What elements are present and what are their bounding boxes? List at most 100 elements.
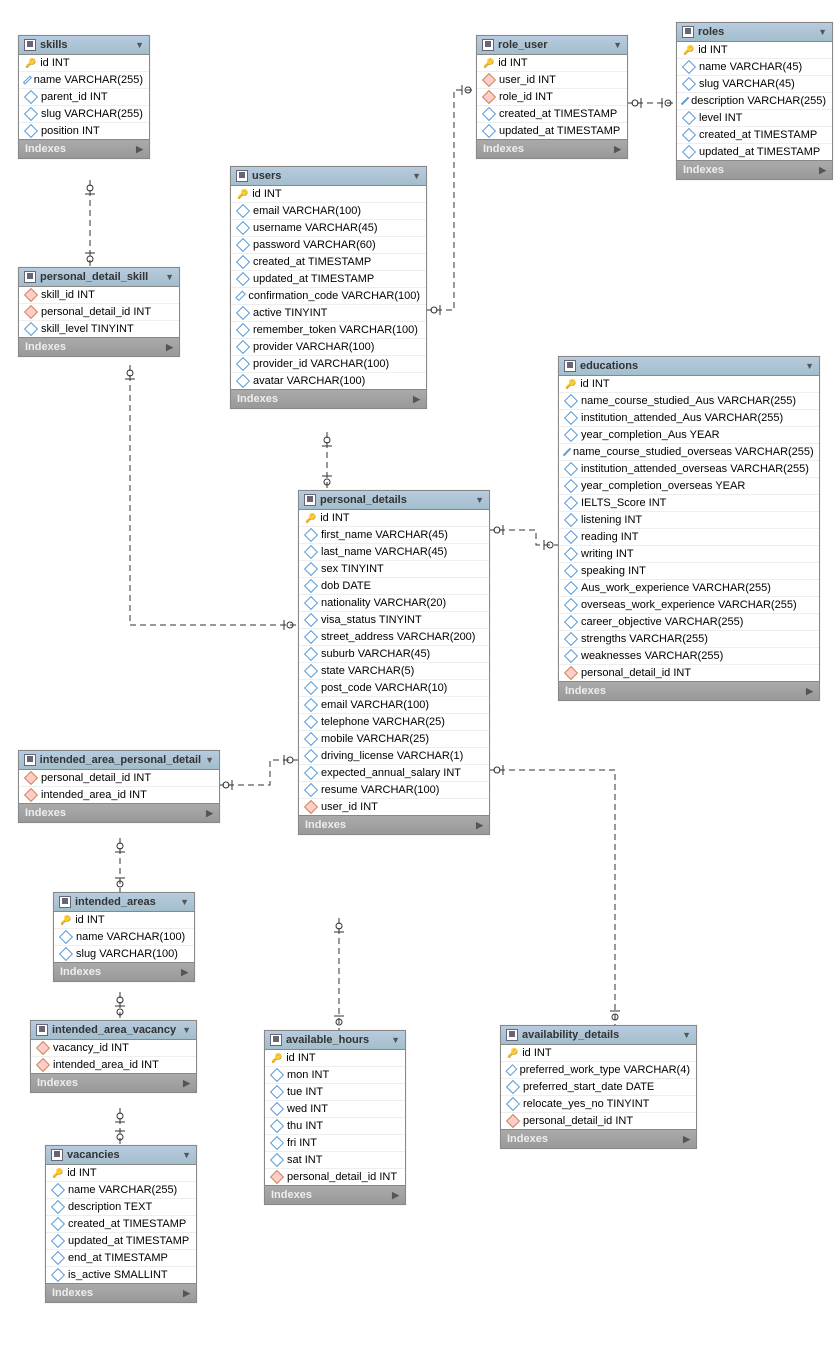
table-header[interactable]: intended_area_personal_detail▼	[19, 751, 219, 770]
column-row[interactable]: slug VARCHAR(100)	[54, 946, 194, 962]
column-row[interactable]: updated_at TIMESTAMP	[46, 1233, 196, 1250]
column-row[interactable]: telephone VARCHAR(25)	[299, 714, 489, 731]
column-row[interactable]: provider_id VARCHAR(100)	[231, 356, 426, 373]
column-row[interactable]: 🔑id INT	[299, 510, 489, 527]
column-row[interactable]: year_completion_overseas YEAR	[559, 478, 819, 495]
expand-icon[interactable]: ▶	[206, 808, 213, 819]
collapse-icon[interactable]: ▼	[475, 495, 484, 505]
column-row[interactable]: writing INT	[559, 546, 819, 563]
table-availability_details[interactable]: availability_details▼🔑id INTpreferred_wo…	[500, 1025, 697, 1149]
table-educations[interactable]: educations▼🔑id INTname_course_studied_Au…	[558, 356, 820, 701]
column-row[interactable]: intended_area_id INT	[19, 787, 219, 803]
column-row[interactable]: created_at TIMESTAMP	[677, 127, 832, 144]
column-row[interactable]: vacancy_id INT	[31, 1040, 196, 1057]
column-row[interactable]: institution_attended_Aus VARCHAR(255)	[559, 410, 819, 427]
column-row[interactable]: 🔑id INT	[231, 186, 426, 203]
indexes-footer[interactable]: Indexes▶	[231, 389, 426, 408]
column-row[interactable]: password VARCHAR(60)	[231, 237, 426, 254]
column-row[interactable]: suburb VARCHAR(45)	[299, 646, 489, 663]
column-row[interactable]: 🔑id INT	[19, 55, 149, 72]
collapse-icon[interactable]: ▼	[412, 171, 421, 181]
column-row[interactable]: name VARCHAR(255)	[46, 1182, 196, 1199]
column-row[interactable]: first_name VARCHAR(45)	[299, 527, 489, 544]
expand-icon[interactable]: ▶	[614, 144, 621, 155]
column-row[interactable]: skill_id INT	[19, 287, 179, 304]
collapse-icon[interactable]: ▼	[182, 1025, 191, 1035]
column-row[interactable]: weaknesses VARCHAR(255)	[559, 648, 819, 665]
column-row[interactable]: sex TINYINT	[299, 561, 489, 578]
column-row[interactable]: updated_at TIMESTAMP	[231, 271, 426, 288]
collapse-icon[interactable]: ▼	[165, 272, 174, 282]
table-users[interactable]: users▼🔑id INTemail VARCHAR(100)username …	[230, 166, 427, 409]
collapse-icon[interactable]: ▼	[818, 27, 827, 37]
column-row[interactable]: street_address VARCHAR(200)	[299, 629, 489, 646]
column-row[interactable]: strengths VARCHAR(255)	[559, 631, 819, 648]
column-row[interactable]: active TINYINT	[231, 305, 426, 322]
indexes-footer[interactable]: Indexes▶	[46, 1283, 196, 1302]
column-row[interactable]: avatar VARCHAR(100)	[231, 373, 426, 389]
column-row[interactable]: expected_annual_salary INT	[299, 765, 489, 782]
table-header[interactable]: available_hours▼	[265, 1031, 405, 1050]
expand-icon[interactable]: ▶	[413, 394, 420, 405]
column-row[interactable]: listening INT	[559, 512, 819, 529]
table-header[interactable]: vacancies▼	[46, 1146, 196, 1165]
column-row[interactable]: 🔑id INT	[265, 1050, 405, 1067]
table-header[interactable]: intended_area_vacancy▼	[31, 1021, 196, 1040]
table-intended_areas[interactable]: intended_areas▼🔑id INTname VARCHAR(100)s…	[53, 892, 195, 982]
indexes-footer[interactable]: Indexes▶	[477, 139, 627, 158]
column-row[interactable]: IELTS_Score INT	[559, 495, 819, 512]
indexes-footer[interactable]: Indexes▶	[501, 1129, 696, 1148]
indexes-footer[interactable]: Indexes▶	[299, 815, 489, 834]
table-roles[interactable]: roles▼🔑id INTname VARCHAR(45)slug VARCHA…	[676, 22, 833, 180]
column-row[interactable]: name VARCHAR(45)	[677, 59, 832, 76]
column-row[interactable]: personal_detail_id INT	[559, 665, 819, 681]
column-row[interactable]: created_at TIMESTAMP	[46, 1216, 196, 1233]
column-row[interactable]: wed INT	[265, 1101, 405, 1118]
table-personal_detail_skill[interactable]: personal_detail_skill▼skill_id INTperson…	[18, 267, 180, 357]
table-personal_details[interactable]: personal_details▼🔑id INTfirst_name VARCH…	[298, 490, 490, 835]
indexes-footer[interactable]: Indexes▶	[19, 139, 149, 158]
column-row[interactable]: mobile VARCHAR(25)	[299, 731, 489, 748]
column-row[interactable]: name_course_studied_overseas VARCHAR(255…	[559, 444, 819, 461]
column-row[interactable]: state VARCHAR(5)	[299, 663, 489, 680]
column-row[interactable]: user_id INT	[299, 799, 489, 815]
collapse-icon[interactable]: ▼	[613, 40, 622, 50]
table-intended_area_vacancy[interactable]: intended_area_vacancy▼vacancy_id INTinte…	[30, 1020, 197, 1093]
column-row[interactable]: preferred_work_type VARCHAR(4)	[501, 1062, 696, 1079]
column-row[interactable]: relocate_yes_no TINYINT	[501, 1096, 696, 1113]
column-row[interactable]: name VARCHAR(100)	[54, 929, 194, 946]
table-header[interactable]: educations▼	[559, 357, 819, 376]
collapse-icon[interactable]: ▼	[180, 897, 189, 907]
column-row[interactable]: mon INT	[265, 1067, 405, 1084]
table-header[interactable]: personal_details▼	[299, 491, 489, 510]
table-header[interactable]: roles▼	[677, 23, 832, 42]
column-row[interactable]: provider VARCHAR(100)	[231, 339, 426, 356]
column-row[interactable]: 🔑id INT	[477, 55, 627, 72]
column-row[interactable]: dob DATE	[299, 578, 489, 595]
indexes-footer[interactable]: Indexes▶	[265, 1185, 405, 1204]
indexes-footer[interactable]: Indexes▶	[19, 803, 219, 822]
indexes-footer[interactable]: Indexes▶	[19, 337, 179, 356]
expand-icon[interactable]: ▶	[819, 165, 826, 176]
column-row[interactable]: level INT	[677, 110, 832, 127]
column-row[interactable]: tue INT	[265, 1084, 405, 1101]
column-row[interactable]: Aus_work_experience VARCHAR(255)	[559, 580, 819, 597]
expand-icon[interactable]: ▶	[683, 1134, 690, 1145]
table-vacancies[interactable]: vacancies▼🔑id INTname VARCHAR(255)descri…	[45, 1145, 197, 1303]
column-row[interactable]: slug VARCHAR(45)	[677, 76, 832, 93]
column-row[interactable]: name VARCHAR(255)	[19, 72, 149, 89]
table-header[interactable]: personal_detail_skill▼	[19, 268, 179, 287]
column-row[interactable]: user_id INT	[477, 72, 627, 89]
table-header[interactable]: skills▼	[19, 36, 149, 55]
column-row[interactable]: sat INT	[265, 1152, 405, 1169]
collapse-icon[interactable]: ▼	[805, 361, 814, 371]
column-row[interactable]: resume VARCHAR(100)	[299, 782, 489, 799]
column-row[interactable]: personal_detail_id INT	[265, 1169, 405, 1185]
table-header[interactable]: availability_details▼	[501, 1026, 696, 1045]
expand-icon[interactable]: ▶	[183, 1288, 190, 1299]
indexes-footer[interactable]: Indexes▶	[31, 1073, 196, 1092]
column-row[interactable]: email VARCHAR(100)	[231, 203, 426, 220]
column-row[interactable]: 🔑id INT	[54, 912, 194, 929]
column-row[interactable]: is_active SMALLINT	[46, 1267, 196, 1283]
column-row[interactable]: updated_at TIMESTAMP	[477, 123, 627, 139]
